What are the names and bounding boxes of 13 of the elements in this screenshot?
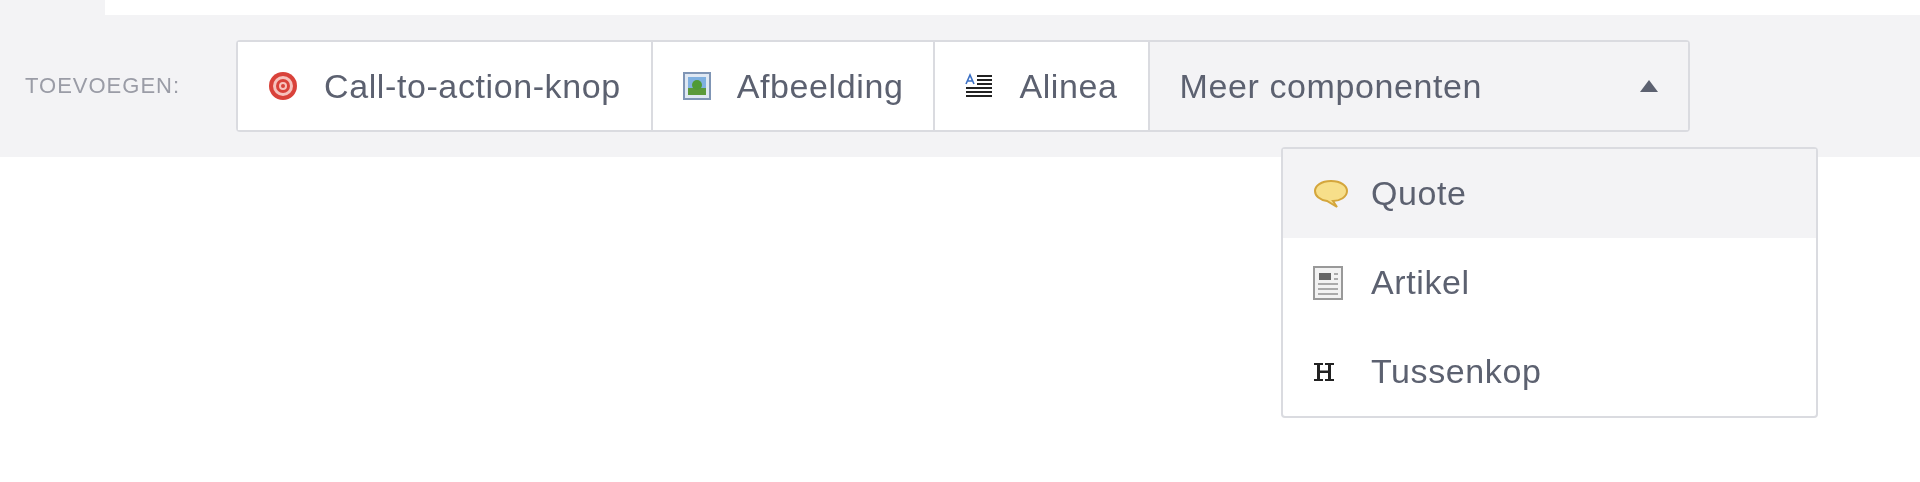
speech-bubble-icon xyxy=(1313,178,1349,209)
more-components-dropdown[interactable]: Meer componenten xyxy=(1149,42,1688,130)
newspaper-icon xyxy=(1313,265,1343,300)
heading-icon xyxy=(1313,361,1335,382)
add-component-button[interactable]: Call-to-action-knop xyxy=(238,42,653,130)
image-icon xyxy=(682,72,711,100)
menu-item[interactable]: Artikel xyxy=(1283,238,1816,327)
menu-item[interactable]: Quote xyxy=(1283,149,1816,238)
paragraph-icon xyxy=(965,73,994,99)
menu-item[interactable]: Tussenkop xyxy=(1283,327,1816,416)
target-icon xyxy=(268,71,298,101)
caret-icon xyxy=(1639,80,1658,92)
toolbar-label: TOEVOEGEN: xyxy=(25,73,182,99)
